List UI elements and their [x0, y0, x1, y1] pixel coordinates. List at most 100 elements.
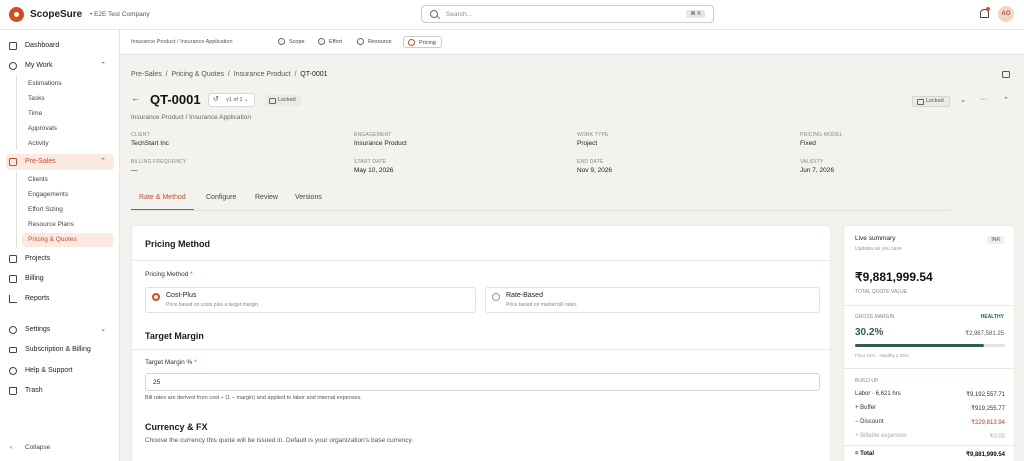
- bar-chart-icon: [9, 295, 17, 303]
- target-margin-input[interactable]: 25: [145, 373, 820, 391]
- tab-versions[interactable]: Versions: [295, 194, 322, 201]
- chevron-down-icon: ⌄: [100, 326, 106, 333]
- page-title: QT-0001: [150, 92, 201, 107]
- status-badge: Locked: [265, 95, 301, 106]
- workspace-breadcrumb[interactable]: Insurance Product / Insurance Applicatio…: [131, 39, 233, 45]
- submenu-line: [16, 76, 17, 150]
- sidebar-item-presales[interactable]: Pre-Sales ⌃: [6, 154, 114, 170]
- briefcase-icon: [9, 158, 17, 166]
- sidebar-item-projects[interactable]: Projects: [6, 251, 114, 267]
- sidebar: Dashboard My Work ⌃ Estimations Tasks Ti…: [0, 30, 120, 461]
- sidebar-subitem-estimations[interactable]: Estimations: [28, 80, 62, 87]
- brand-name[interactable]: ScopeSure: [30, 9, 82, 20]
- sidebar-item-label: Pre-Sales: [25, 158, 56, 165]
- meta-billing-frequency: —: [131, 167, 138, 174]
- meta-label: START DATE: [354, 159, 387, 165]
- breadcrumb-pricing-quotes[interactable]: Pricing & Quotes: [171, 71, 224, 78]
- margin-progress-fill: [855, 344, 984, 347]
- breadcrumb-current: QT-0001: [300, 71, 328, 78]
- option-description: Price based on costs plus a target margi…: [166, 302, 260, 308]
- sidebar-item-settings[interactable]: Settings ⌄: [6, 322, 114, 338]
- sidebar-item-label: Projects: [25, 255, 51, 262]
- check-circle-icon: [408, 39, 415, 46]
- sidebar-subitem-clients[interactable]: Clients: [28, 176, 48, 183]
- option-cost-plus[interactable]: Cost-Plus Price based on costs plus a ta…: [145, 287, 476, 313]
- version-label: v1 of 1: [226, 97, 243, 103]
- workspace-toolbar: Insurance Product / Insurance Applicatio…: [120, 30, 1024, 55]
- logo-icon[interactable]: [9, 7, 24, 22]
- sidebar-item-label: Trash: [25, 387, 43, 394]
- search-input[interactable]: Search... ⌘ K: [421, 5, 714, 23]
- version-selector[interactable]: v1 of 1 ⌄: [208, 93, 255, 107]
- sidebar-subitem-pricing-quotes[interactable]: Pricing & Quotes: [28, 236, 77, 243]
- sidebar-item-label: Subscription & Billing: [25, 346, 91, 353]
- gross-margin-percent: 30.2%: [855, 327, 884, 338]
- section-heading: Target Margin: [145, 331, 204, 341]
- chevron-up-icon[interactable]: ⌃: [1003, 96, 1009, 104]
- meta-label: ENGAGEMENT: [354, 132, 392, 138]
- sidebar-item-subscription[interactable]: Subscription & Billing: [6, 342, 114, 358]
- build-up-label: BUILD-UP: [855, 378, 879, 384]
- margin-hint: Bill rates are derived from cost ÷ (1 − …: [145, 395, 362, 401]
- chevron-down-icon[interactable]: ⌄: [960, 96, 966, 104]
- comment-icon[interactable]: [1002, 71, 1010, 78]
- total-label: TOTAL QUOTE VALUE: [855, 289, 908, 295]
- page-subtitle: Insurance Product / Insurance Applicatio…: [131, 114, 251, 121]
- meta-end-date: Nov 9, 2026: [577, 167, 613, 174]
- user-icon: [9, 62, 17, 70]
- sidebar-item-label: Reports: [25, 295, 50, 302]
- search-icon: [430, 10, 438, 18]
- company-switcher[interactable]: • E2E Test Company: [90, 11, 150, 18]
- option-description: Price based on market bill rates.: [506, 302, 578, 308]
- meta-work-type: Project: [577, 140, 598, 147]
- option-rate-based[interactable]: Rate-Based Price based on market bill ra…: [485, 287, 820, 313]
- tab-review[interactable]: Review: [255, 194, 278, 201]
- sidebar-item-billing[interactable]: Billing: [6, 271, 114, 287]
- quote-tabs: Rate & Method Configure Review Versions: [131, 185, 831, 211]
- tab-pricing[interactable]: Pricing: [403, 36, 442, 48]
- sidebar-subitem-approvals[interactable]: Approvals: [28, 125, 57, 132]
- divider: [844, 445, 1014, 446]
- back-arrow-icon[interactable]: ←: [131, 93, 140, 103]
- locked-button[interactable]: Locked: [912, 96, 950, 107]
- avatar[interactable]: AO: [998, 6, 1014, 22]
- sidebar-subitem-resource-plans[interactable]: Resource Plans: [28, 221, 74, 228]
- sidebar-item-trash[interactable]: Trash: [6, 383, 114, 399]
- tab-effort[interactable]: Effort: [318, 36, 342, 48]
- breadcrumb-presales[interactable]: Pre-Sales: [131, 71, 162, 78]
- margin-progress-bar: [855, 344, 1005, 347]
- divider: [132, 349, 830, 350]
- sidebar-item-help[interactable]: Help & Support: [6, 363, 114, 379]
- more-options-icon[interactable]: ···: [980, 96, 987, 103]
- breadcrumb-engagement[interactable]: Insurance Product: [234, 71, 291, 78]
- input-value: 25: [153, 379, 161, 386]
- sidebar-item-my-work[interactable]: My Work ⌃: [6, 58, 114, 74]
- sidebar-subitem-tasks[interactable]: Tasks: [28, 95, 45, 102]
- check-circle-icon: [278, 38, 285, 45]
- sidebar-subitem-engagements[interactable]: Engagements: [28, 191, 68, 198]
- tab-resource[interactable]: Resource: [357, 36, 392, 48]
- sidebar-subitem-effort-sizing[interactable]: Effort Sizing: [28, 206, 63, 213]
- sidebar-item-dashboard[interactable]: Dashboard: [6, 38, 114, 54]
- meta-label: WORK TYPE: [577, 132, 609, 138]
- section-heading: Currency & FX: [145, 422, 208, 432]
- sidebar-subitem-time[interactable]: Time: [28, 110, 42, 117]
- sidebar-item-label: Settings: [25, 326, 51, 333]
- credit-card-icon: [9, 347, 17, 353]
- field-label: Target Margin % *: [145, 359, 197, 366]
- receipt-icon: [9, 275, 17, 283]
- summary-title: Live summary: [855, 235, 896, 242]
- tab-configure[interactable]: Configure: [206, 194, 236, 201]
- currency-badge: INR: [987, 236, 1004, 244]
- sidebar-item-reports[interactable]: Reports: [6, 291, 114, 307]
- check-circle-icon: [357, 38, 364, 45]
- help-circle-icon: [9, 367, 17, 375]
- tab-label: Effort: [329, 39, 343, 45]
- meta-engagement: Insurance Product: [354, 140, 407, 147]
- check-circle-icon: [318, 38, 325, 45]
- tab-scope[interactable]: Scope: [278, 36, 305, 48]
- sidebar-subitem-activity[interactable]: Activity: [28, 140, 49, 147]
- tabs-divider: [131, 210, 951, 211]
- divider: [844, 305, 1014, 306]
- tab-rate-method[interactable]: Rate & Method: [139, 194, 186, 201]
